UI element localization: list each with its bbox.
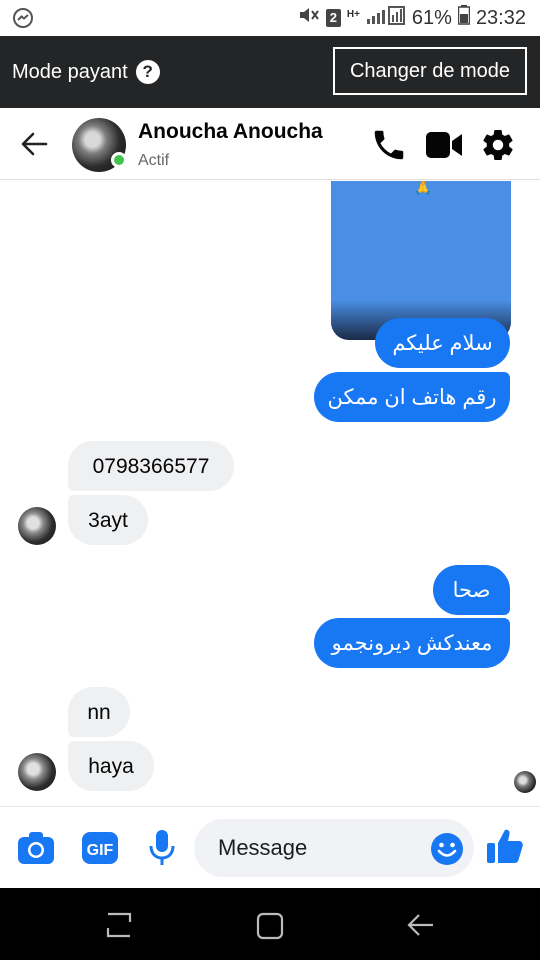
mode-label-text: Mode payant <box>12 60 128 83</box>
contact-status: Actif <box>138 152 170 169</box>
mute-icon <box>298 5 320 31</box>
contact-name[interactable]: Anoucha Anoucha <box>138 120 323 144</box>
network-type: H+ <box>346 9 360 20</box>
message-bubble[interactable]: 0798366577 <box>68 441 234 491</box>
emoji-icon[interactable] <box>430 832 464 871</box>
clock: 23:32 <box>475 6 526 29</box>
messenger-icon <box>12 7 34 34</box>
back-arrow-icon[interactable] <box>18 128 50 165</box>
online-indicator <box>111 152 127 168</box>
avatar[interactable] <box>18 753 56 791</box>
message-bubble[interactable]: رقم هاتف ان ممكن <box>314 372 510 422</box>
message-bubble[interactable]: سلام عليكم <box>375 318 510 368</box>
chat-header: Anoucha Anoucha Actif <box>0 108 540 180</box>
gif-icon[interactable]: GIF <box>81 831 119 870</box>
camera-icon[interactable] <box>17 831 55 870</box>
gif-label: GIF <box>87 842 114 859</box>
message-bubble[interactable]: صحا <box>433 565 510 615</box>
signal-icon <box>366 5 406 31</box>
back-nav-icon[interactable] <box>406 912 436 943</box>
sim-badge: 2 <box>325 9 341 27</box>
home-icon[interactable] <box>256 912 284 945</box>
thumbs-up-icon[interactable] <box>486 827 524 870</box>
messenger-screen: 2 H+ 61% 23:32 Mode payant ? Changer de … <box>0 0 540 960</box>
message-bubble[interactable]: 3ayt <box>68 495 148 545</box>
message-bubble[interactable]: haya <box>68 741 154 791</box>
media-emoji: 🙏 <box>413 181 433 196</box>
video-icon[interactable] <box>424 128 464 167</box>
mode-bar: Mode payant ? Changer de mode <box>0 36 540 108</box>
status-bar: 2 H+ 61% 23:32 <box>0 0 540 36</box>
recents-icon[interactable] <box>104 912 134 943</box>
battery-icon <box>457 5 471 31</box>
mode-label: Mode payant ? <box>12 60 160 84</box>
message-bubble[interactable]: nn <box>68 687 130 737</box>
gear-icon[interactable] <box>480 127 516 168</box>
seen-indicator-avatar <box>514 771 536 793</box>
message-list: 🙏 سلام عليكم رقم هاتف ان ممكن 0798366577… <box>0 181 540 805</box>
help-icon[interactable]: ? <box>135 60 160 84</box>
message-bubble[interactable]: معندكش ديرونجمو <box>314 618 510 668</box>
message-input-container <box>194 819 474 877</box>
system-nav-bar <box>0 888 540 960</box>
message-input[interactable] <box>218 833 418 863</box>
battery-percent: 61% <box>411 6 452 29</box>
change-mode-button[interactable]: Changer de mode <box>333 47 527 95</box>
media-attachment[interactable]: 🙏 <box>331 181 511 340</box>
avatar[interactable] <box>18 507 56 545</box>
phone-icon[interactable] <box>370 126 408 169</box>
microphone-icon[interactable] <box>148 829 176 872</box>
composer: GIF <box>0 806 540 888</box>
